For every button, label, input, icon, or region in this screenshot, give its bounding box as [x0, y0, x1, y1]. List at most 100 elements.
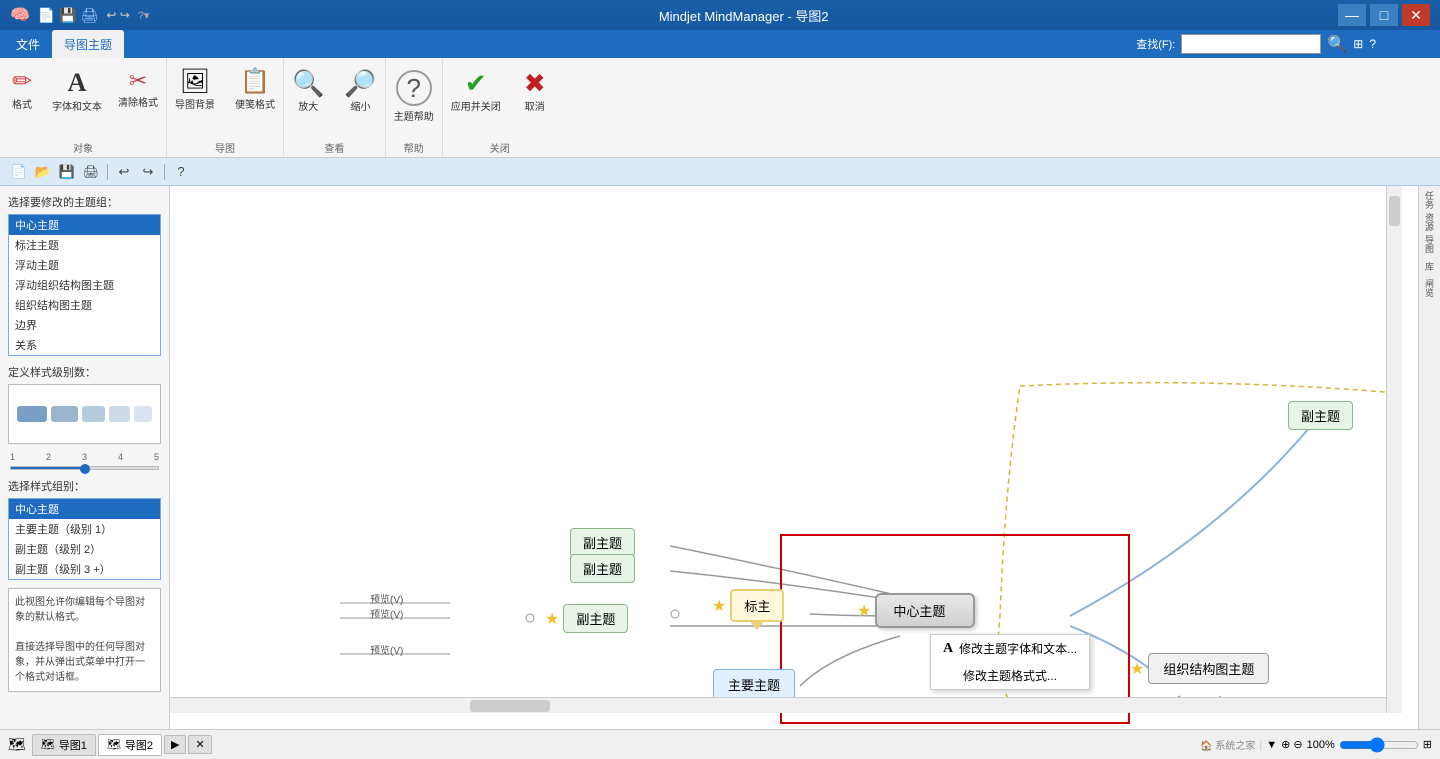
ribbon-zoom-in[interactable]: 🔍 放大	[284, 66, 332, 117]
ribbon-format[interactable]: ✏ 格式	[0, 66, 44, 115]
tb-undo[interactable]: ↩	[113, 161, 135, 183]
tb-save[interactable]: 💾	[56, 161, 78, 183]
fit-icon[interactable]: ⊞	[1423, 738, 1432, 751]
style-main-1[interactable]: 主要主题（级别 1）	[9, 519, 160, 539]
tb-print[interactable]: 🖨	[80, 161, 102, 183]
ribbon-note[interactable]: 📋 便笺格式	[227, 66, 283, 115]
window-controls[interactable]: — □ ✕	[1338, 4, 1430, 26]
tab-map1-icon: 🗺	[41, 738, 55, 751]
star-icon-org1: ★	[1130, 659, 1144, 679]
star-icon-biaozhu: ★	[712, 596, 726, 616]
status-tab-new[interactable]: ▶	[164, 735, 186, 754]
theme-item-boundary[interactable]: 边界	[9, 315, 160, 335]
scrollbar-horizontal[interactable]	[170, 697, 1386, 713]
scrollbar-thumb-v[interactable]	[1389, 196, 1400, 226]
topic-sub1[interactable]: 中心主题副主题	[570, 528, 635, 557]
ribbon-help[interactable]: ? 主题帮助	[386, 66, 442, 127]
scrollbar-thumb-h[interactable]	[470, 700, 550, 712]
status-bar: 🗺 🗺 导图1 🗺 导图2 ▶ ✕ 🏠 系统之家 | ▼ ⊕ ⊖ 100% ⊞	[0, 729, 1440, 759]
topic-sub2[interactable]: 副主题	[570, 554, 635, 583]
topic-sub1-box: 中心主题副主题	[570, 528, 635, 557]
view-icon: ⊞	[1353, 37, 1363, 51]
tab-map2-label: 导图2	[125, 737, 153, 753]
window-title: Mindjet MindManager - 导图2	[149, 6, 1338, 25]
topic-center[interactable]: ★ 中心主题	[857, 593, 975, 628]
section-title-3: 选择样式组别：	[8, 478, 161, 494]
close-button[interactable]: ✕	[1402, 4, 1430, 26]
status-tab-map2[interactable]: 🗺 导图2	[98, 734, 162, 756]
menu-theme[interactable]: 导图主题	[52, 30, 124, 58]
right-tb-library[interactable]: 库	[1420, 256, 1440, 276]
tb-new[interactable]: 📄	[8, 161, 30, 183]
ribbon-background[interactable]: 🖼 导图背景	[167, 66, 223, 115]
context-menu: A 修改主题字体和文本... 修改主题格式式...	[930, 634, 1090, 690]
style-preview	[8, 384, 161, 444]
theme-item-float-org[interactable]: 浮动组织结构图主题	[9, 275, 160, 295]
context-font-icon: A	[943, 641, 953, 657]
topic-sub3[interactable]: ★ 副主题	[545, 604, 628, 633]
filter-icon[interactable]: ▼	[1266, 739, 1277, 751]
main-layout: 选择要修改的主题组： 中心主题 标注主题 浮动主题 浮动组织结构图主题 组织结构…	[0, 186, 1440, 729]
style-sub-2[interactable]: 副主题（级别 2）	[9, 539, 160, 559]
topic-main[interactable]: 主要主题	[713, 669, 795, 700]
context-font-text[interactable]: A 修改主题字体和文本...	[931, 635, 1089, 662]
status-tabs: 🗺 🗺 导图1 🗺 导图2 ▶ ✕	[8, 734, 212, 756]
topic-biaozhu[interactable]: ★ 标主	[712, 589, 784, 622]
apply-icon: ✔	[465, 70, 487, 96]
topic-org1[interactable]: ★ 组织结构图主题	[1130, 653, 1269, 684]
preview-shape-4	[109, 406, 130, 422]
tb-help[interactable]: ?	[170, 161, 192, 183]
topic-sub-right1-box: 副主题	[1288, 401, 1353, 430]
preview-item-3[interactable]: 预览(V)	[370, 642, 403, 657]
section-title-1: 选择要修改的主题组：	[8, 194, 161, 210]
search-input[interactable]	[1181, 34, 1321, 54]
scrollbar-vertical[interactable]	[1386, 186, 1402, 713]
theme-item-center[interactable]: 中心主题	[9, 215, 160, 235]
note-icon: 📋	[240, 70, 270, 94]
style-center[interactable]: 中心主题	[9, 499, 160, 519]
star-icon-center: ★	[857, 601, 871, 621]
right-tb-review[interactable]: 闸览	[1420, 278, 1440, 298]
tb-sep1	[107, 164, 108, 180]
preview-shape-1	[17, 406, 47, 422]
slider-thumb[interactable]	[80, 464, 90, 474]
topic-org1-box: 组织结构图主题	[1148, 653, 1269, 684]
help-topic-icon: ?	[396, 70, 432, 106]
maximize-button[interactable]: □	[1370, 4, 1398, 26]
minimize-button[interactable]: —	[1338, 4, 1366, 26]
zoom-controls[interactable]: ⊕ ⊖	[1281, 738, 1303, 751]
right-tb-resource[interactable]: 资源	[1420, 212, 1440, 232]
zoom-slider[interactable]	[1339, 737, 1419, 753]
topic-sub-right1[interactable]: 副主题	[1288, 401, 1353, 430]
canvas-area[interactable]: 预览(V) 预览(V) 预览(V) 中心主题副主题 副主题	[170, 186, 1418, 729]
ribbon-font[interactable]: A 字体和文本	[44, 66, 110, 117]
preview-item-2[interactable]: 预览(V)	[370, 606, 403, 621]
ribbon-apply-close[interactable]: ✔ 应用并关闭	[443, 66, 509, 117]
theme-item-relation[interactable]: 关系	[9, 335, 160, 355]
topic-sub3-box: 副主题	[563, 604, 628, 633]
menu-file[interactable]: 文件	[4, 30, 52, 58]
status-tab-close[interactable]: ✕	[188, 735, 211, 754]
tab-map2-icon: 🗺	[107, 738, 121, 751]
title-bar-left: 🧠 📄 💾 🖨 ↩ ↪ ?▾	[10, 5, 149, 25]
right-tb-map-guide[interactable]: 导图	[1420, 234, 1440, 254]
ribbon: ✏ 格式 A 字体和文本 ✂ 清除格式 对象 🖼 导图背景 📋 便笺格式	[0, 58, 1440, 158]
tb-open[interactable]: 📂	[32, 161, 54, 183]
context-format-style[interactable]: 修改主题格式式...	[931, 662, 1089, 689]
tb-redo[interactable]: ↪	[137, 161, 159, 183]
theme-item-float[interactable]: 浮动主题	[9, 255, 160, 275]
style-sub-3[interactable]: 副主题（级别 3 +）	[9, 559, 160, 579]
brand-icon: 🏠 系统之家	[1200, 737, 1255, 752]
ribbon-zoom-out[interactable]: 🔎 缩小	[336, 66, 384, 117]
preview-item-1[interactable]: 预览(V)	[370, 591, 403, 606]
status-sep: |	[1259, 739, 1262, 751]
ribbon-cancel[interactable]: ✖ 取消	[513, 66, 557, 117]
status-tab-map1[interactable]: 🗺 导图1	[32, 734, 96, 756]
tab-close-icon: ✕	[195, 738, 204, 751]
mindmap-container: 预览(V) 预览(V) 预览(V) 中心主题副主题 副主题	[170, 186, 1402, 713]
star-icon-sub3: ★	[545, 609, 559, 629]
theme-item-org[interactable]: 组织结构图主题	[9, 295, 160, 315]
right-tb-tasks[interactable]: 任务	[1420, 190, 1440, 210]
theme-item-annotation[interactable]: 标注主题	[9, 235, 160, 255]
ribbon-clear[interactable]: ✂ 清除格式	[110, 66, 166, 113]
